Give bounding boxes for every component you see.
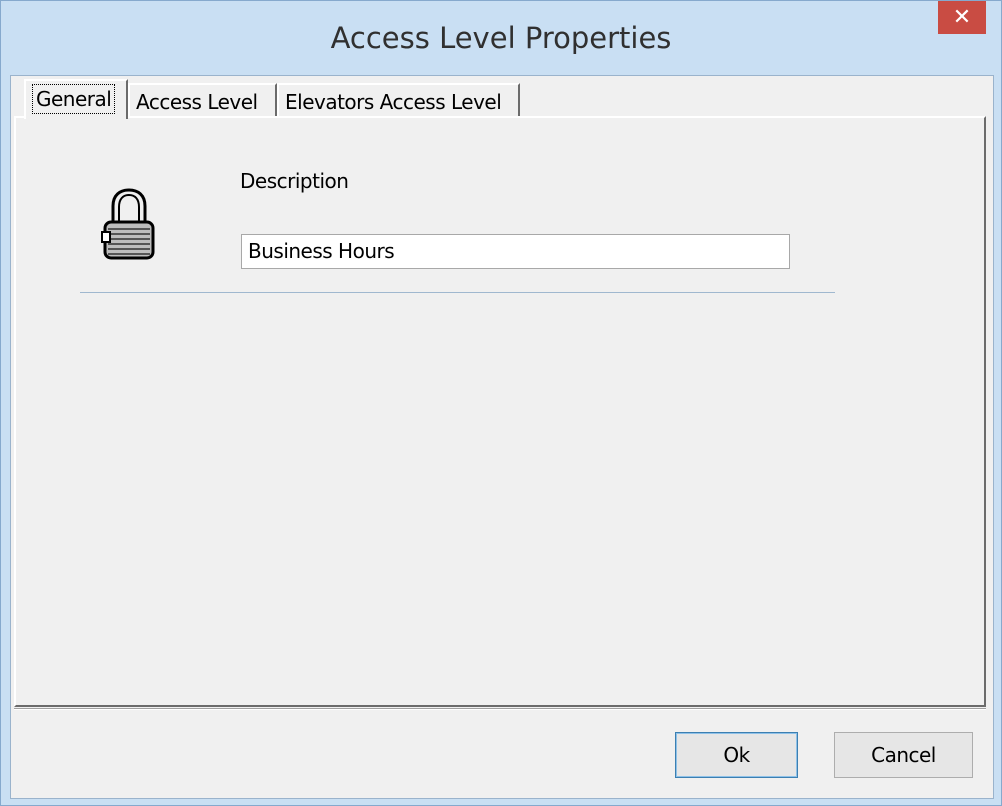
dialog-client-area: General Access Level Elevators Access Le… — [10, 75, 994, 799]
tab-elevators-access-level-label: Elevators Access Level — [285, 90, 502, 114]
description-label: Description — [240, 169, 349, 193]
window-title: Access Level Properties — [330, 21, 672, 55]
separator-line — [80, 292, 835, 293]
tab-elevators-access-level[interactable]: Elevators Access Level — [277, 83, 520, 117]
ok-button[interactable]: Ok — [675, 732, 798, 778]
lock-icon — [101, 188, 155, 260]
cancel-button[interactable]: Cancel — [834, 732, 973, 778]
dialog-window: Access Level Properties ✕ General Access… — [0, 0, 1002, 806]
footer-divider — [14, 708, 986, 710]
tab-access-level[interactable]: Access Level — [128, 83, 277, 117]
tab-access-level-label: Access Level — [136, 90, 258, 114]
close-button[interactable]: ✕ — [938, 1, 986, 34]
tab-general-label: General — [32, 84, 116, 114]
close-icon: ✕ — [952, 5, 972, 30]
description-input[interactable]: Business Hours — [241, 234, 790, 269]
general-tab-panel: Description Business Hours — [14, 116, 986, 707]
tab-general[interactable]: General — [24, 79, 128, 119]
title-bar[interactable]: Access Level Properties ✕ — [1, 1, 1001, 81]
